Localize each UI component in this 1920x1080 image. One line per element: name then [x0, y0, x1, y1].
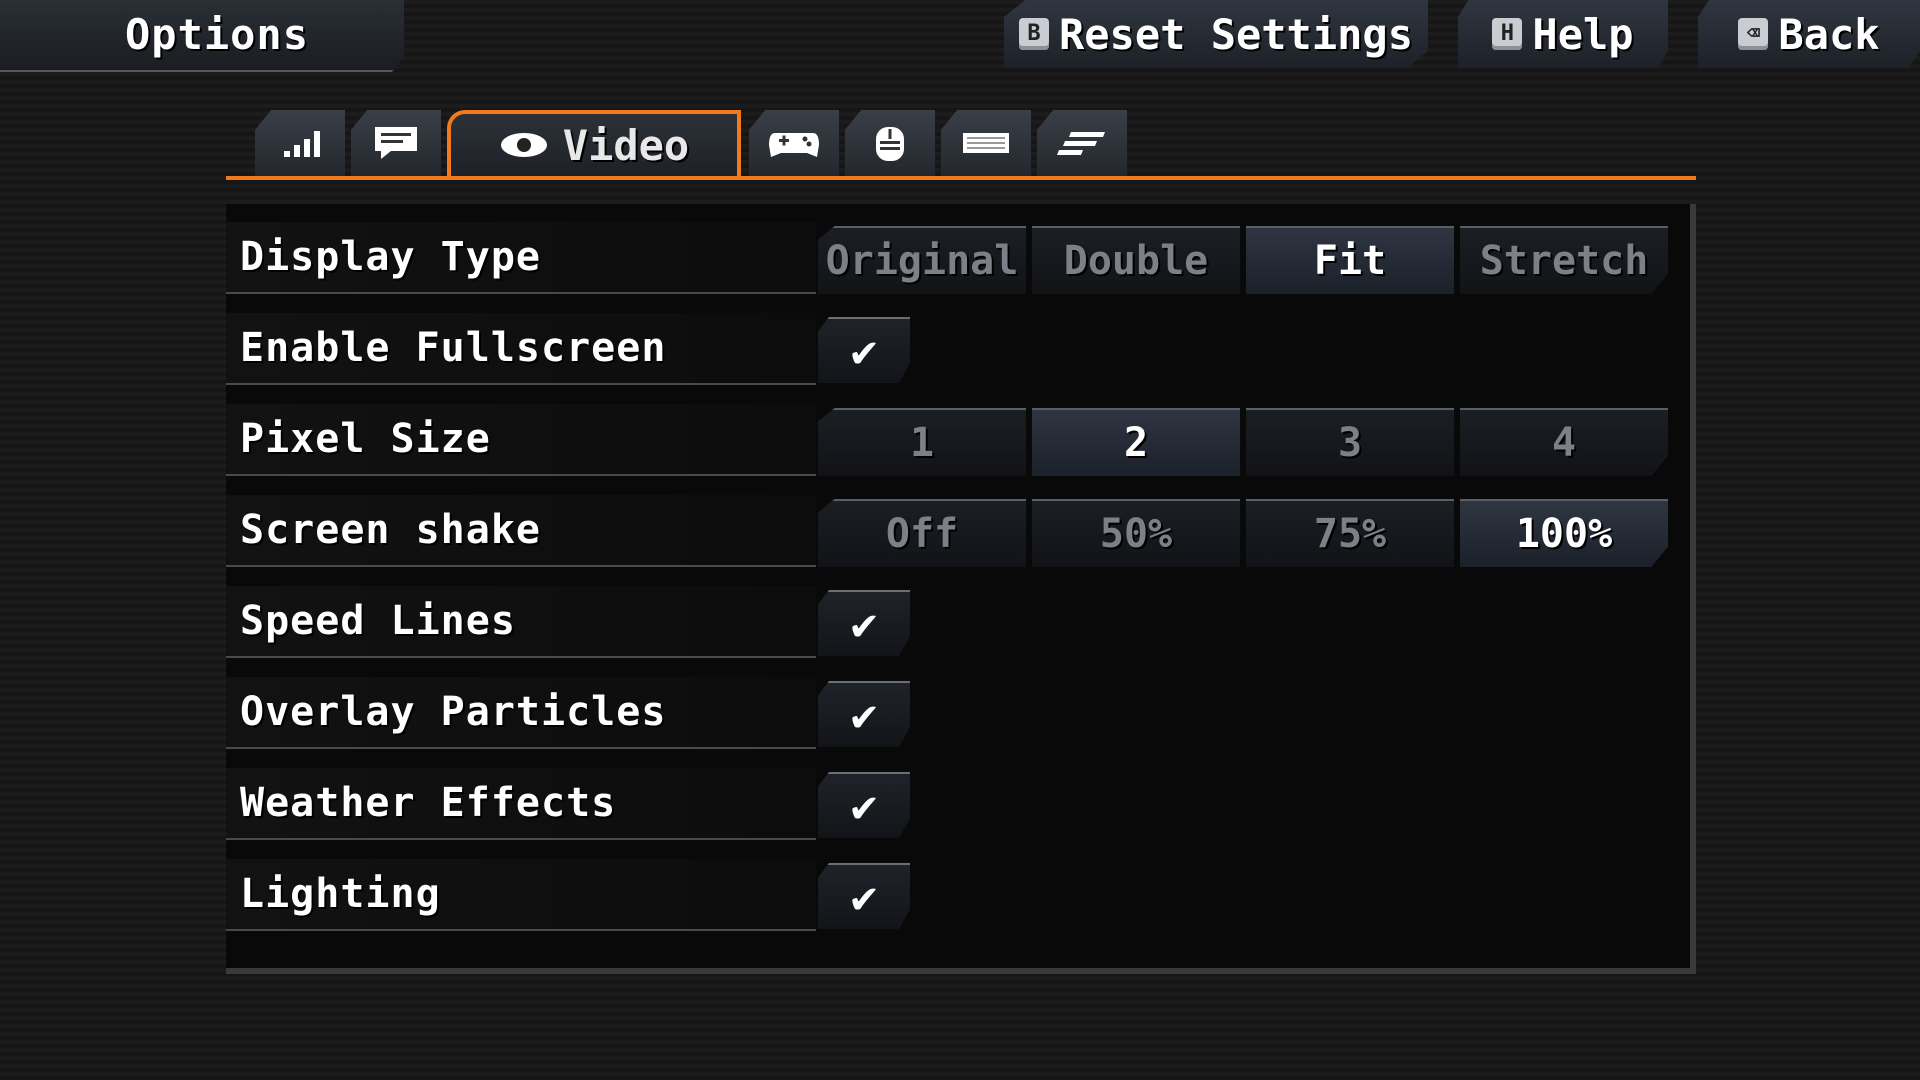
- setting-row-fullscreen: Enable Fullscreen ✔: [226, 313, 1696, 395]
- setting-row-screen-shake: Screen shake Off 50% 75% 100%: [226, 495, 1696, 577]
- tab-mouse[interactable]: [845, 110, 935, 176]
- row-label-bg: Display Type: [226, 222, 816, 294]
- eye-icon: [500, 133, 547, 157]
- pixel-size-3[interactable]: 3: [1246, 408, 1454, 476]
- help-label: Help: [1532, 9, 1634, 59]
- tab-misc[interactable]: [1037, 110, 1127, 176]
- tab-gamepad[interactable]: [749, 110, 839, 176]
- weather-effects-label: Weather Effects: [240, 780, 617, 826]
- pixel-size-4[interactable]: 4: [1460, 408, 1668, 476]
- weather-effects-checkbox[interactable]: ✔: [818, 772, 910, 838]
- row-label-bg: Screen shake: [226, 495, 816, 567]
- setting-row-display-type: Display Type Original Double Fit Stretch: [226, 222, 1696, 304]
- checkmark-icon: ✔: [850, 871, 878, 923]
- pixel-size-label: Pixel Size: [240, 416, 491, 462]
- lighting-checkbox[interactable]: ✔: [818, 863, 910, 929]
- screen-shake-50[interactable]: 50%: [1032, 499, 1240, 567]
- reset-settings-button[interactable]: B Reset Settings: [1004, 0, 1428, 68]
- screen-shake-label: Screen shake: [240, 507, 541, 553]
- row-label-bg: Enable Fullscreen: [226, 313, 816, 385]
- help-button[interactable]: H Help: [1458, 0, 1668, 68]
- overlay-particles-checkbox[interactable]: ✔: [818, 681, 910, 747]
- h-key-icon: H: [1492, 18, 1523, 50]
- signal-bars-icon: [284, 131, 320, 157]
- mouse-icon: [876, 127, 904, 161]
- checkmark-icon: ✔: [850, 780, 878, 832]
- row-label-bg: Weather Effects: [226, 768, 816, 840]
- tab-video-label: Video: [562, 120, 690, 170]
- tab-underline: [226, 176, 1696, 180]
- screen-shake-100[interactable]: 100%: [1460, 499, 1668, 567]
- row-label-bg: Overlay Particles: [226, 677, 816, 749]
- chat-icon: [375, 127, 417, 159]
- tab-keyboard[interactable]: [941, 110, 1031, 176]
- display-type-double[interactable]: Double: [1032, 226, 1240, 294]
- backspace-key-icon: ⌫: [1738, 18, 1769, 50]
- reset-settings-label: Reset Settings: [1058, 9, 1413, 59]
- keyboard-icon: [963, 133, 1009, 153]
- display-type-original[interactable]: Original: [818, 226, 1026, 294]
- setting-row-lighting: Lighting ✔: [226, 859, 1696, 941]
- setting-row-weather-effects: Weather Effects ✔: [226, 768, 1696, 850]
- speed-lines-label: Speed Lines: [240, 598, 516, 644]
- display-type-fit[interactable]: Fit: [1246, 226, 1454, 294]
- row-label-bg: Speed Lines: [226, 586, 816, 658]
- screen-shake-75[interactable]: 75%: [1246, 499, 1454, 567]
- row-label-bg: Lighting: [226, 859, 816, 931]
- row-label-bg: Pixel Size: [226, 404, 816, 476]
- checkmark-icon: ✔: [850, 598, 878, 650]
- setting-row-pixel-size: Pixel Size 1 2 3 4: [226, 404, 1696, 486]
- setting-row-overlay-particles: Overlay Particles ✔: [226, 677, 1696, 759]
- panel-scrollbar[interactable]: [1690, 204, 1696, 974]
- pixel-size-2[interactable]: 2: [1032, 408, 1240, 476]
- display-type-stretch[interactable]: Stretch: [1460, 226, 1668, 294]
- video-settings-panel: Display Type Original Double Fit Stretch…: [226, 204, 1696, 974]
- options-title-bar: Options: [0, 0, 404, 72]
- screen-shake-off[interactable]: Off: [818, 499, 1026, 567]
- fullscreen-label: Enable Fullscreen: [240, 325, 667, 371]
- lines-icon: [1057, 132, 1105, 155]
- page-title: Options: [125, 10, 310, 59]
- tab-video[interactable]: Video: [447, 110, 741, 176]
- lighting-label: Lighting: [240, 871, 441, 917]
- setting-row-speed-lines: Speed Lines ✔: [226, 586, 1696, 668]
- tab-chat[interactable]: [351, 110, 441, 176]
- tab-graphics-quality[interactable]: [255, 110, 345, 176]
- checkmark-icon: ✔: [850, 325, 878, 377]
- pixel-size-1[interactable]: 1: [818, 408, 1026, 476]
- fullscreen-checkbox[interactable]: ✔: [818, 317, 910, 383]
- checkmark-icon: ✔: [850, 689, 878, 741]
- speed-lines-checkbox[interactable]: ✔: [818, 590, 910, 656]
- back-label: Back: [1778, 9, 1880, 59]
- b-key-icon: B: [1018, 18, 1049, 50]
- back-button[interactable]: ⌫ Back: [1698, 0, 1920, 68]
- display-type-label: Display Type: [240, 234, 541, 280]
- overlay-particles-label: Overlay Particles: [240, 689, 667, 735]
- gamepad-icon: [769, 133, 819, 157]
